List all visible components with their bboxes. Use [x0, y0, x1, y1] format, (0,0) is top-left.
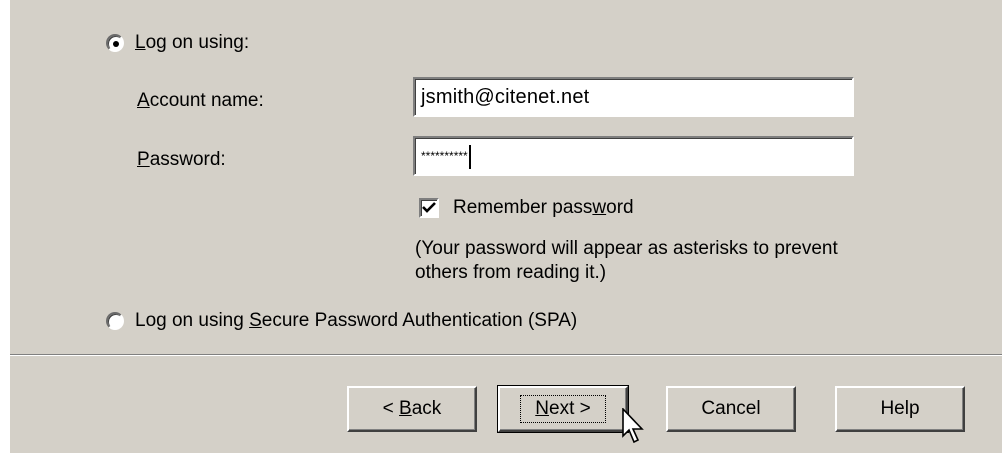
password-mnemonic: P [137, 149, 150, 170]
spa-radio[interactable] [106, 312, 124, 330]
password-label-rest: assword: [149, 149, 226, 170]
account-name-mnemonic: A [137, 90, 150, 111]
spa-label[interactable]: Log on using Secure Password Authenticat… [135, 310, 577, 332]
account-name-label-rest: ccount name: [149, 90, 264, 111]
checkmark-icon [422, 202, 436, 213]
password-value: ********** [421, 149, 468, 163]
remember-mnemonic: w [592, 197, 607, 218]
next-button[interactable]: Next > [497, 385, 629, 433]
spa-label-b: ecure Password Authentication (SPA) [261, 310, 578, 331]
spa-mnemonic: S [249, 310, 262, 331]
password-note-line1: (Your password will appear as asterisks … [415, 238, 838, 259]
password-field[interactable]: ********** [413, 136, 854, 176]
logon-using-mnemonic: L [135, 32, 146, 53]
next-mnemonic: N [535, 398, 549, 419]
spa-label-a: Log on using [135, 310, 250, 331]
logon-using-radio[interactable] [106, 34, 124, 52]
account-name-value: jsmith@citenet.net [421, 86, 590, 108]
remember-label-b: ord [606, 197, 634, 218]
button-divider [10, 354, 1002, 356]
cancel-button[interactable]: Cancel [666, 386, 796, 432]
remember-password-label[interactable]: Remember password [453, 197, 634, 219]
help-button-label: Help [880, 398, 920, 419]
account-name-field[interactable]: jsmith@citenet.net [413, 77, 854, 117]
cancel-button-label: Cancel [701, 398, 761, 419]
password-note-line2: others from reading it.) [415, 262, 607, 283]
password-note: (Your password will appear as asterisks … [415, 237, 838, 285]
remember-label-a: Remember pass [453, 197, 593, 218]
back-button[interactable]: < Back [347, 386, 477, 432]
back-button-label: < Back [382, 398, 442, 419]
remember-password-checkbox[interactable] [419, 198, 439, 218]
next-button-label: Next > [520, 395, 606, 423]
help-button[interactable]: Help [835, 386, 965, 432]
mouse-pointer-icon [622, 408, 644, 444]
back-mnemonic: B [399, 398, 412, 419]
radio-selected-dot [113, 41, 119, 47]
password-label: Password: [137, 149, 226, 171]
dialog-panel: Log on using: Account name: jsmith@citen… [10, 0, 1002, 453]
account-name-label: Account name: [137, 90, 264, 112]
logon-using-label-rest: og on using: [145, 32, 250, 53]
logon-using-label[interactable]: Log on using: [135, 32, 249, 54]
text-caret [468, 145, 471, 169]
